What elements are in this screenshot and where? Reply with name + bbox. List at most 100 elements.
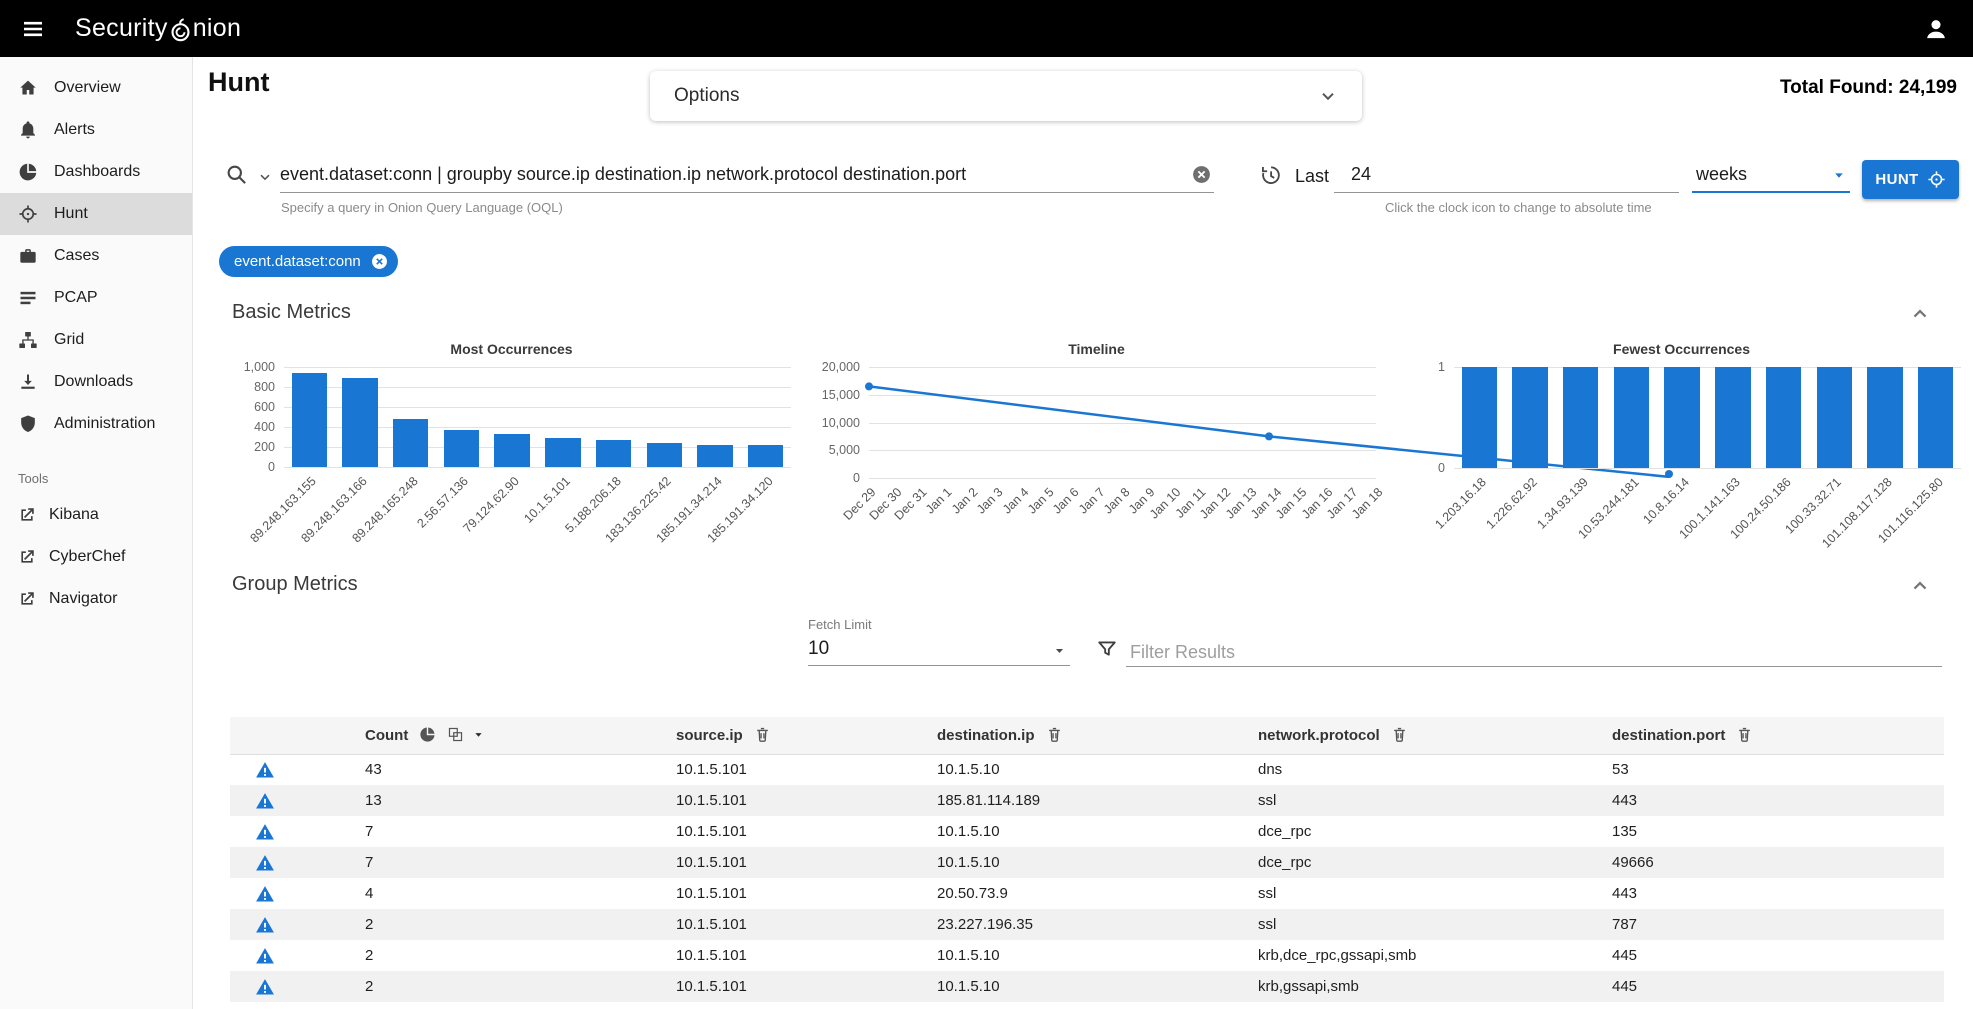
bar-1.203.16.18[interactable]	[1462, 367, 1497, 468]
cell-destination-ip[interactable]: 10.1.5.10	[872, 847, 1193, 878]
line-point[interactable]	[865, 382, 873, 390]
cell-destination-ip[interactable]: 185.81.114.189	[872, 785, 1193, 816]
cell-source-ip[interactable]: 10.1.5.101	[611, 785, 872, 816]
line-point[interactable]	[1265, 432, 1273, 440]
column-header-network-protocol[interactable]: network.protocol	[1193, 717, 1547, 754]
filter-chip[interactable]: event.dataset:conn	[219, 246, 398, 277]
cell-network-protocol[interactable]: dce_rpc	[1193, 847, 1547, 878]
sidebar-item-grid[interactable]: Grid	[0, 319, 192, 361]
cell-count[interactable]: 4	[300, 878, 611, 909]
cell-network-protocol[interactable]: dns	[1193, 754, 1547, 785]
bar-101.116.125.80[interactable]	[1918, 367, 1953, 468]
cell-count[interactable]: 43	[300, 754, 611, 785]
cell-destination-port[interactable]: 53	[1547, 754, 1944, 785]
trash-icon[interactable]	[1736, 726, 1753, 743]
cell-network-protocol[interactable]: ssl	[1193, 878, 1547, 909]
cell-destination-port[interactable]: 49666	[1547, 847, 1944, 878]
sidebar-item-kibana[interactable]: Kibana	[0, 494, 192, 536]
cell-destination-port[interactable]: 443	[1547, 878, 1944, 909]
options-panel[interactable]: Options	[650, 71, 1362, 121]
warning-icon[interactable]	[255, 884, 275, 904]
bar-100.33.32.71[interactable]	[1817, 367, 1852, 468]
column-header-count[interactable]: Count	[300, 717, 611, 754]
warning-icon[interactable]	[255, 822, 275, 842]
cell-source-ip[interactable]: 10.1.5.101	[611, 940, 872, 971]
cell-destination-port[interactable]: 787	[1547, 909, 1944, 940]
hunt-button[interactable]: HUNT	[1862, 160, 1959, 199]
column-header-source-ip[interactable]: source.ip	[611, 717, 872, 754]
history-clock-icon[interactable]	[1259, 164, 1281, 186]
trash-icon[interactable]	[1391, 726, 1408, 743]
clear-query-icon[interactable]	[1191, 164, 1212, 185]
bar-1.34.93.139[interactable]	[1563, 367, 1598, 468]
cell-network-protocol[interactable]: ssl	[1193, 909, 1547, 940]
cell-count[interactable]: 2	[300, 971, 611, 1002]
cell-count[interactable]: 7	[300, 816, 611, 847]
cell-destination-port[interactable]: 443	[1547, 785, 1944, 816]
cell-source-ip[interactable]: 10.1.5.101	[611, 878, 872, 909]
bar-89.248.163.166[interactable]	[342, 378, 377, 467]
collapse-group-metrics-icon[interactable]	[1909, 575, 1931, 597]
bar-100.1.141.163[interactable]	[1715, 367, 1750, 468]
sidebar-item-dashboards[interactable]: Dashboards	[0, 151, 192, 193]
cell-destination-ip[interactable]: 10.1.5.10	[872, 971, 1193, 1002]
cell-network-protocol[interactable]: ssl	[1193, 785, 1547, 816]
pie-chart-icon[interactable]	[419, 726, 436, 743]
sidebar-item-cases[interactable]: Cases	[0, 235, 192, 277]
collapse-basic-metrics-icon[interactable]	[1909, 303, 1931, 325]
warning-icon[interactable]	[255, 946, 275, 966]
warning-icon[interactable]	[255, 977, 275, 997]
trash-icon[interactable]	[754, 726, 771, 743]
sidebar-item-hunt[interactable]: Hunt	[0, 193, 192, 235]
fetch-limit-select[interactable]: 10	[808, 635, 1070, 666]
cell-source-ip[interactable]: 10.1.5.101	[611, 816, 872, 847]
cell-source-ip[interactable]: 10.1.5.101	[611, 971, 872, 1002]
bar-185.191.34.214[interactable]	[697, 445, 732, 468]
cell-destination-port[interactable]: 135	[1547, 816, 1944, 847]
bar-101.108.117.128[interactable]	[1867, 367, 1902, 468]
cell-count[interactable]: 2	[300, 909, 611, 940]
bar-2.56.57.136[interactable]	[444, 430, 479, 467]
query-input[interactable]	[280, 156, 1182, 185]
cell-network-protocol[interactable]: dce_rpc	[1193, 816, 1547, 847]
column-header-destination-port[interactable]: destination.port	[1547, 717, 1944, 754]
chip-close-icon[interactable]	[370, 252, 389, 271]
bar-89.248.163.155[interactable]	[292, 373, 327, 467]
duration-input[interactable]	[1334, 156, 1679, 185]
cell-count[interactable]: 2	[300, 940, 611, 971]
sidebar-item-overview[interactable]: Overview	[0, 67, 192, 109]
cell-destination-port[interactable]: 445	[1547, 971, 1944, 1002]
user-menu-icon[interactable]	[1923, 16, 1949, 42]
cell-destination-ip[interactable]: 10.1.5.10	[872, 816, 1193, 847]
cell-destination-ip[interactable]: 23.227.196.35	[872, 909, 1193, 940]
cell-destination-ip[interactable]: 10.1.5.10	[872, 754, 1193, 785]
bar-100.24.50.186[interactable]	[1766, 367, 1801, 468]
cell-destination-ip[interactable]: 10.1.5.10	[872, 940, 1193, 971]
duration-units-select[interactable]: weeks	[1692, 156, 1850, 193]
query-history-chevron-icon[interactable]	[257, 169, 273, 185]
cell-count[interactable]: 13	[300, 785, 611, 816]
cell-source-ip[interactable]: 10.1.5.101	[611, 909, 872, 940]
bar-185.191.34.120[interactable]	[748, 445, 783, 467]
warning-icon[interactable]	[255, 760, 275, 780]
filter-results-input[interactable]	[1126, 634, 1942, 663]
sidebar-item-pcap[interactable]: PCAP	[0, 277, 192, 319]
sidebar-item-alerts[interactable]: Alerts	[0, 109, 192, 151]
ungroup-icon[interactable]	[447, 726, 464, 743]
cell-network-protocol[interactable]: krb,gssapi,smb	[1193, 971, 1547, 1002]
menu-icon[interactable]	[21, 17, 45, 41]
bar-183.136.225.42[interactable]	[647, 443, 682, 468]
sidebar-item-cyberchef[interactable]: CyberChef	[0, 536, 192, 578]
bar-5.188.206.18[interactable]	[596, 440, 631, 468]
bar-89.248.165.248[interactable]	[393, 419, 428, 467]
caret-down-icon[interactable]	[471, 727, 486, 742]
column-header-destination-ip[interactable]: destination.ip	[872, 717, 1193, 754]
bar-1.226.62.92[interactable]	[1512, 367, 1547, 468]
cell-count[interactable]: 7	[300, 847, 611, 878]
bar-10.8.16.14[interactable]	[1664, 367, 1699, 468]
sidebar-item-navigator[interactable]: Navigator	[0, 578, 192, 620]
warning-icon[interactable]	[255, 853, 275, 873]
sidebar-item-downloads[interactable]: Downloads	[0, 361, 192, 403]
bar-79.124.62.90[interactable]	[494, 434, 529, 467]
cell-source-ip[interactable]: 10.1.5.101	[611, 754, 872, 785]
